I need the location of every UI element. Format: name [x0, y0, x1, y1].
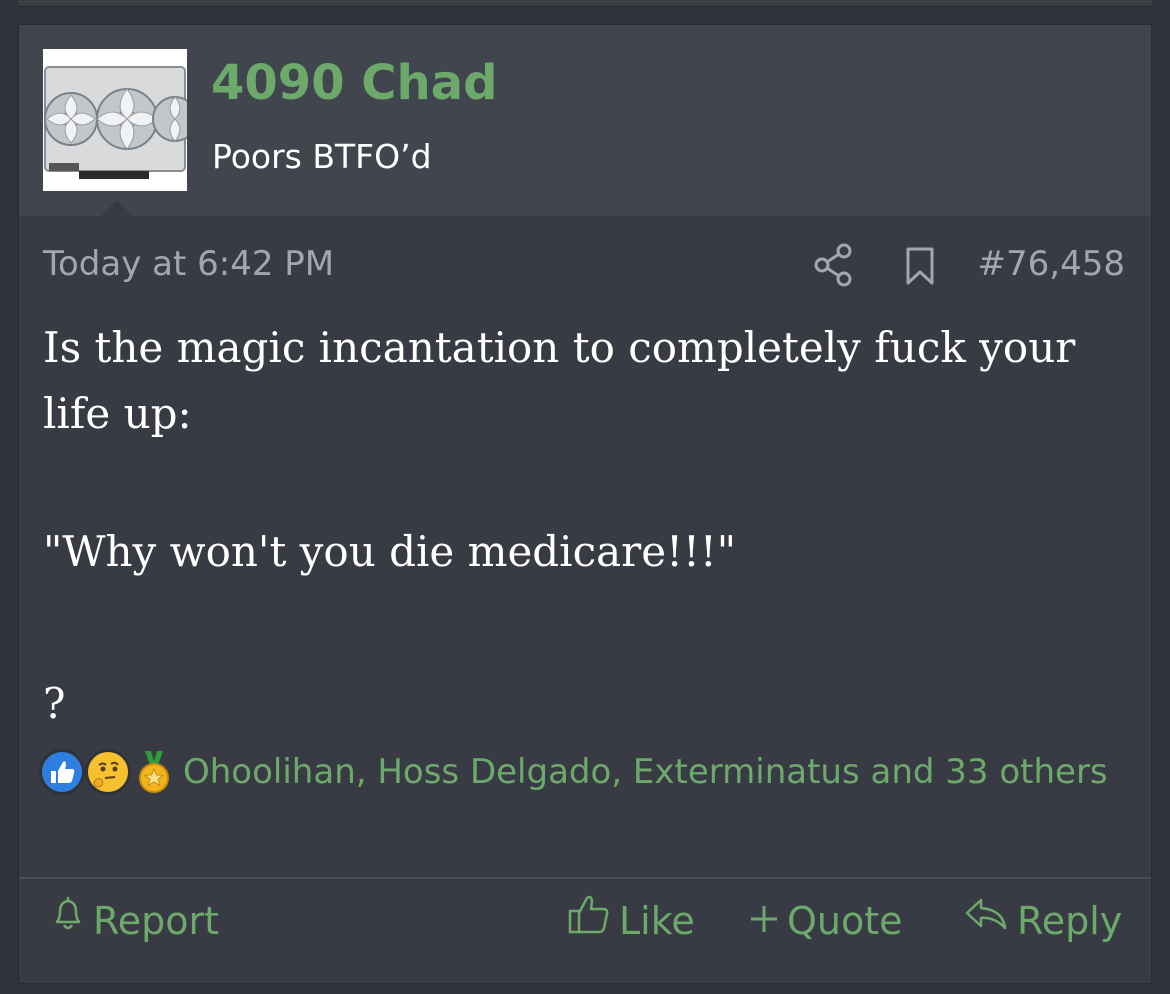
plus-icon — [749, 893, 779, 949]
post-body-quote-line: "Why won't you die medicare!!!" — [43, 527, 737, 576]
reply-label: Reply — [1017, 899, 1123, 943]
post-body: Is the magic incantation to completely f… — [43, 315, 1133, 737]
like-label: Like — [619, 899, 695, 943]
quote-button[interactable]: Quote — [749, 893, 903, 949]
reaction-icons[interactable] — [39, 747, 183, 797]
post-date[interactable]: Today at 6:42 PM — [43, 244, 334, 284]
bookmark-icon[interactable] — [902, 246, 938, 286]
medal-reaction-icon — [131, 749, 177, 795]
thumbs-up-icon — [567, 892, 611, 951]
share-icon[interactable] — [814, 243, 854, 287]
like-reaction-icon — [39, 749, 85, 795]
post-number-link[interactable]: #76,458 — [978, 244, 1125, 284]
reactions-bar[interactable]: Ohoolihan, Hoss Delgado, Exterminatus an… — [39, 747, 1119, 797]
report-label: Report — [93, 899, 219, 943]
footer-divider — [19, 877, 1151, 879]
user-title: Poors BTFO’d — [212, 137, 432, 176]
reactions-users-link[interactable]: Ohoolihan, Hoss Delgado, Exterminatus an… — [183, 752, 1108, 792]
header-arrow — [101, 200, 133, 216]
previous-post-edge — [18, 0, 1152, 7]
reply-arrow-icon — [963, 893, 1009, 949]
like-button[interactable]: Like — [567, 893, 695, 949]
post-card: 4090 Chad Poors BTFO’d Today at 6:42 PM … — [18, 24, 1152, 984]
avatar[interactable] — [43, 49, 187, 191]
bell-icon — [51, 893, 85, 949]
thinking-reaction-icon — [85, 749, 131, 795]
post-header: 4090 Chad Poors BTFO’d — [19, 25, 1151, 216]
reply-button[interactable]: Reply — [963, 893, 1122, 949]
username[interactable]: 4090 Chad — [211, 55, 497, 111]
post-body-question-line: ? — [43, 679, 66, 728]
post-body-line: Is the magic incantation to completely f… — [43, 323, 1076, 438]
quote-label: Quote — [787, 899, 903, 943]
report-button[interactable]: Report — [51, 893, 219, 949]
